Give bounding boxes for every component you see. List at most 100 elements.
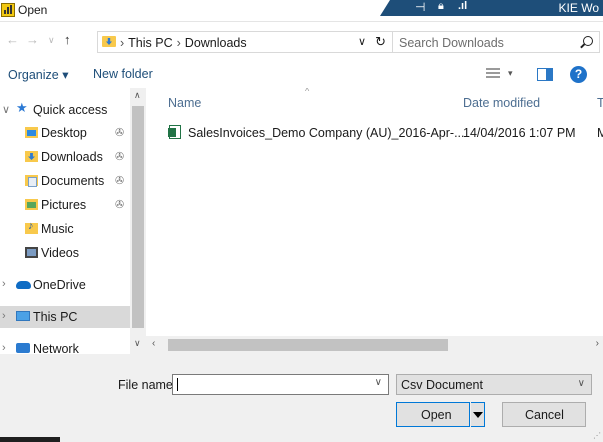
this-pc-icon [16,311,30,321]
downloads-folder-icon [102,36,116,47]
signal-bars-icon: .ıl [458,0,468,12]
chevron-down-icon[interactable]: ∨ [2,103,10,116]
text-caret [177,378,178,391]
sidebar-item-label: Quick access [33,103,108,117]
sidebar-item-this-pc[interactable]: › This PC [0,306,130,328]
pin-icon[interactable]: ✇ [115,126,124,139]
titlebar-band: ⊣ 🔒︎ .ıl KIE Wo [380,0,603,16]
open-split-dropdown-button[interactable] [471,402,485,427]
resize-grip-icon[interactable]: ⋰ [593,431,601,440]
up-arrow-icon[interactable]: ↑ [64,32,71,47]
sidebar-item-downloads[interactable]: Downloads ✇ [0,146,130,168]
title-bar: Open ⊣ 🔒︎ .ıl KIE Wo [0,0,603,22]
cancel-button[interactable]: Cancel [502,402,586,427]
sidebar-item-label: This PC [33,310,78,324]
chevron-right-icon: › [176,36,181,50]
back-arrow-icon[interactable]: ← [6,32,19,47]
new-folder-button[interactable]: New folder [93,67,153,81]
help-icon[interactable]: ? [570,66,587,83]
sidebar-item-label: Documents [41,174,105,188]
table-row[interactable]: SalesInvoices_Demo Company (AU)_2016-Apr… [163,122,603,144]
column-header-type[interactable]: T [597,96,603,110]
address-bar[interactable]: › This PC › Downloads ∨ ↻ [97,31,393,53]
organize-menu[interactable]: Organize ▾ [8,67,68,82]
file-date-modified: 14/04/2016 1:07 PM [463,126,576,140]
file-type: M [597,126,603,140]
search-placeholder: Search Downloads [399,36,504,50]
videos-folder-icon [25,247,38,258]
scrollbar-thumb[interactable] [132,106,144,328]
chevron-down-icon[interactable]: ∨ [578,378,585,389]
chevron-down-icon[interactable]: ∨ [358,35,366,48]
chevron-down-icon[interactable]: ▾ [508,68,513,79]
file-name: SalesInvoices_Demo Company (AU)_2016-Apr… [188,126,465,140]
sidebar-item-label: OneDrive [33,278,86,292]
pin-icon[interactable]: ✇ [115,198,124,211]
sort-ascending-icon: ^ [305,88,310,96]
view-options-icon[interactable] [486,68,500,80]
network-icon [16,343,30,353]
navigation-pane: ∨ ★ Quick access Desktop ✇ Downloads ✇ D… [0,88,146,354]
star-icon: ★ [16,100,28,115]
open-button[interactable]: Open [396,402,470,427]
recent-chevron-icon[interactable]: ∨ [48,35,55,46]
navigation-scrollbar[interactable]: ∧ ∨ [130,88,146,354]
scrollbar-thumb[interactable] [168,339,448,351]
breadcrumb-this-pc[interactable]: This PC [128,36,172,50]
documents-folder-icon [25,175,38,187]
chevron-right-icon[interactable]: › [2,310,6,322]
sidebar-item-label: Downloads [41,150,103,164]
sidebar-item-quick-access[interactable]: ∨ ★ Quick access [0,99,130,121]
scroll-down-icon[interactable]: ∨ [134,338,141,349]
scroll-up-icon[interactable]: ∧ [134,90,141,101]
column-header-name[interactable]: Name [168,96,201,110]
sidebar-item-label: Music [41,222,74,236]
lock-icon: 🔒︎ [438,0,444,12]
refresh-icon[interactable]: ↻ [375,34,386,50]
onedrive-cloud-icon [16,281,31,289]
preview-pane-icon[interactable] [537,68,553,81]
sidebar-item-label: Pictures [41,198,87,212]
sidebar-item-videos[interactable]: Videos [0,242,130,264]
command-toolbar: Organize ▾ New folder ▾ ? [0,60,603,88]
sidebar-item-label: Network [33,342,79,354]
search-icon[interactable] [583,36,593,46]
desktop-folder-icon [25,127,38,138]
band-title: KIE Wo [558,1,599,15]
search-box[interactable]: Search Downloads [393,31,600,53]
sidebar-item-label: Videos [41,246,79,260]
pin-icon[interactable]: ✇ [115,174,124,187]
file-name-input[interactable]: ∨ [172,374,389,395]
file-type-select[interactable]: Csv Document ∨ [396,374,592,395]
sidebar-item-onedrive[interactable]: › OneDrive [0,274,130,296]
scroll-left-icon[interactable]: ‹ [152,338,155,349]
chevron-down-icon[interactable]: ∨ [375,377,382,388]
address-row: ← → ∨ ↑ › This PC › Downloads ∨ ↻ Search Do… [0,28,603,54]
open-button-label: Open [421,408,452,422]
pin-icon[interactable]: ⊣ [415,0,425,14]
sidebar-item-music[interactable]: Music [0,218,130,240]
horizontal-scrollbar[interactable]: ‹ › [146,336,603,354]
file-list: ^ Name Date modified T SalesInvoices_Dem… [146,88,603,338]
breadcrumb: › This PC › Downloads [120,36,247,50]
taskbar-strip [0,437,60,442]
dialog-footer: File name: ∨ Csv Document ∨ Open Cancel … [0,354,603,442]
file-name-label: File name: [118,378,177,392]
chevron-right-icon[interactable]: › [2,278,6,290]
excel-file-icon [168,125,181,139]
file-type-value: Csv Document [401,378,483,392]
chevron-right-icon[interactable]: › [2,342,6,354]
music-folder-icon [25,220,38,234]
sidebar-item-documents[interactable]: Documents ✇ [0,170,130,192]
sidebar-item-pictures[interactable]: Pictures ✇ [0,194,130,216]
scroll-right-icon[interactable]: › [596,338,599,349]
pin-icon[interactable]: ✇ [115,150,124,163]
forward-arrow-icon[interactable]: → [26,32,39,47]
sidebar-item-desktop[interactable]: Desktop ✇ [0,122,130,144]
column-header-date-modified[interactable]: Date modified [463,96,540,110]
breadcrumb-downloads[interactable]: Downloads [185,36,247,50]
chevron-right-icon: › [120,36,125,50]
downloads-folder-icon [25,151,38,162]
cancel-button-label: Cancel [525,408,564,422]
sidebar-item-network[interactable]: › Network [0,338,130,354]
